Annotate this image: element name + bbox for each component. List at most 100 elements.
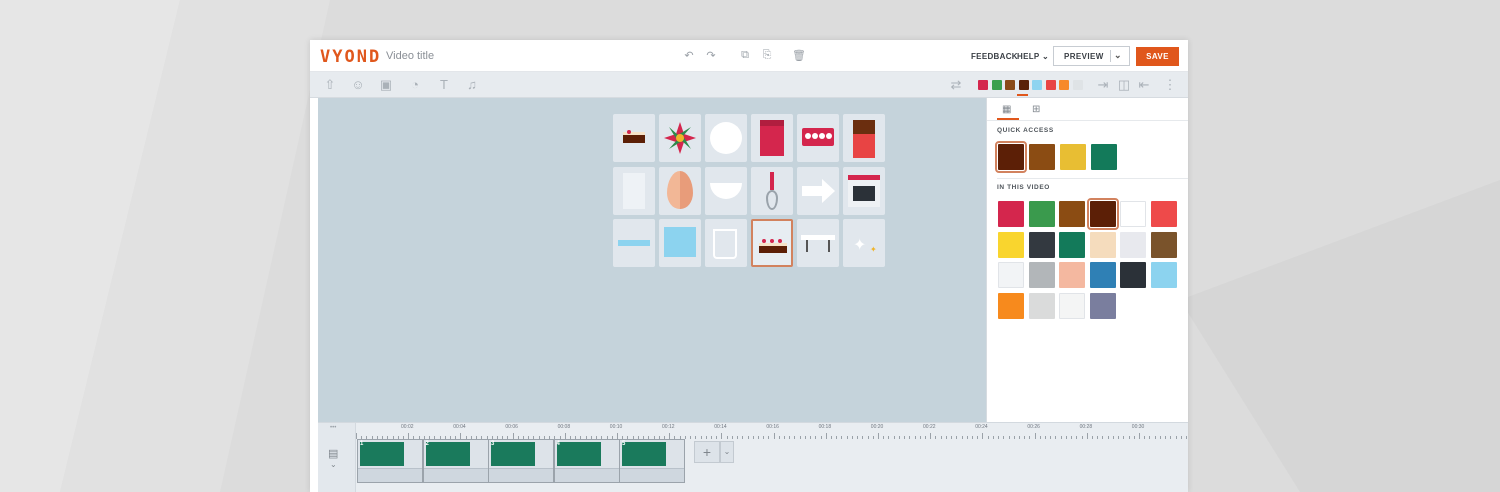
palette-swatch[interactable] [991, 80, 1002, 90]
video-color-swatch[interactable] [998, 292, 1024, 319]
tick-mark [737, 436, 739, 439]
canvas-stage[interactable]: ✦ ✦ [318, 98, 986, 422]
paper-bag-asset[interactable] [751, 114, 793, 162]
palette-swatch[interactable] [1032, 80, 1042, 90]
blue-square-asset[interactable] [659, 219, 701, 267]
copy-icon[interactable]: ⧉ [738, 49, 752, 62]
video-color-swatch[interactable] [1151, 201, 1177, 227]
feedback-link[interactable]: FEEDBACK [971, 52, 1018, 61]
tick-mark [799, 436, 801, 439]
more-options-icon[interactable]: ⋮ [1162, 77, 1178, 93]
save-button[interactable]: SAVE [1136, 47, 1179, 66]
time-tick-label: 00:04 [453, 424, 466, 430]
video-color-swatch[interactable] [1151, 262, 1177, 288]
video-color-swatch[interactable] [1151, 231, 1177, 258]
trash-icon[interactable]: 🗑 [792, 49, 806, 62]
quick-access-swatch[interactable] [1029, 144, 1055, 170]
table-asset[interactable] [797, 219, 839, 267]
video-color-swatch[interactable] [1059, 262, 1086, 288]
collapse-icon[interactable]: ••• [330, 425, 336, 431]
redo-icon[interactable]: ↷ [704, 49, 718, 62]
scene-track [554, 468, 619, 482]
video-color-swatch[interactable] [1028, 292, 1055, 319]
quick-access-swatch[interactable] [1060, 144, 1086, 170]
preview-button[interactable]: PREVIEW ⌄ [1053, 46, 1130, 66]
plate-asset[interactable] [705, 114, 747, 162]
poinsettia-asset[interactable] [659, 114, 701, 162]
video-color-swatch[interactable] [1028, 231, 1055, 258]
palette-swatch[interactable] [1005, 80, 1015, 90]
help-menu[interactable]: HELP ⌄ [1017, 52, 1049, 61]
time-ruler[interactable]: 00:02 00:04 00:06 00:08 00:10 00:12 00:14 00:16… [356, 423, 1188, 439]
video-color-swatch[interactable] [1089, 292, 1116, 319]
layered-cake-asset[interactable] [751, 219, 793, 267]
scene-thumbnail[interactable]: 5 [619, 439, 685, 483]
measuring-cup-asset[interactable] [705, 219, 747, 267]
paper-sheet-asset[interactable] [613, 167, 655, 215]
scene-thumbnail[interactable]: 2 [422, 439, 489, 483]
tick-mark [857, 436, 859, 439]
sparkle-asset[interactable]: ✦ ✦ [843, 219, 885, 267]
arrow-asset[interactable] [797, 167, 839, 215]
egg-asset[interactable] [659, 167, 701, 215]
character-icon[interactable]: ☺ [350, 77, 366, 92]
music-icon[interactable]: ♫ [464, 77, 480, 92]
tick-mark [940, 436, 942, 439]
undo-icon[interactable]: ↶ [682, 49, 696, 62]
tick-mark [1024, 436, 1026, 439]
video-color-swatch[interactable] [998, 201, 1024, 227]
bowl-asset[interactable] [705, 167, 747, 215]
video-color-swatch[interactable] [1028, 262, 1055, 288]
video-color-swatch[interactable] [998, 231, 1024, 258]
blue-bar-asset[interactable] [613, 219, 655, 267]
chevron-down-icon[interactable]: ⌄ [720, 441, 734, 463]
tick-mark [1175, 436, 1177, 439]
video-title-input[interactable]: Video title [386, 50, 434, 62]
split-icon[interactable]: ◫ [1116, 77, 1132, 93]
quick-access-swatch[interactable] [995, 141, 1027, 173]
vyond-logo[interactable]: VYOND [320, 47, 381, 67]
quick-access-swatch[interactable] [1091, 144, 1117, 170]
scene-thumbnail[interactable]: 4 [553, 439, 620, 483]
chevron-down-icon[interactable]: ⌄ [330, 460, 337, 469]
add-scene-button[interactable]: + [694, 441, 720, 463]
time-tick-label: 00:24 [975, 424, 988, 430]
scene-tab-icon[interactable]: ▦ [1002, 104, 1011, 115]
video-color-swatch[interactable] [1120, 231, 1147, 258]
video-color-swatch[interactable] [1086, 198, 1119, 230]
video-color-swatch[interactable] [1028, 201, 1055, 227]
egg-carton-asset[interactable] [797, 114, 839, 162]
swap-icon[interactable]: ⇄ [948, 77, 964, 93]
palette-swatch[interactable] [1045, 80, 1056, 90]
video-color-swatch[interactable] [1120, 201, 1147, 227]
chart-icon[interactable]: ◔ [407, 77, 423, 92]
tick-mark [773, 433, 775, 439]
video-color-swatch[interactable] [1059, 201, 1086, 227]
oven-asset[interactable] [843, 167, 885, 215]
video-color-swatch[interactable] [1059, 292, 1086, 319]
text-icon[interactable]: T [436, 77, 452, 92]
exit-icon[interactable]: ⇤ [1136, 77, 1152, 93]
palette-swatch[interactable] [1059, 80, 1069, 90]
scene-thumbnail[interactable]: 1 [357, 439, 423, 483]
film-icon[interactable]: ▤ [328, 447, 338, 460]
video-color-swatch[interactable] [1120, 262, 1147, 288]
upload-icon[interactable]: ⇧ [322, 77, 338, 93]
enter-icon[interactable]: ⇥ [1095, 77, 1111, 93]
palette-swatch[interactable] [1072, 80, 1083, 90]
grid-tab-icon[interactable]: ⊞ [1032, 104, 1040, 115]
video-color-swatch[interactable] [1089, 231, 1116, 258]
video-color-swatch[interactable] [1059, 231, 1086, 258]
scene-thumbnail[interactable]: 3 [488, 439, 554, 483]
video-color-swatch[interactable] [998, 262, 1024, 288]
props-icon[interactable]: ▣ [378, 77, 394, 93]
chevron-down-icon[interactable]: ⌄ [1114, 50, 1122, 61]
time-tick-label: 00:12 [662, 424, 675, 430]
paste-icon[interactable]: ⎘ [760, 49, 774, 62]
video-color-swatch[interactable] [1089, 262, 1116, 288]
whisk-asset[interactable] [751, 167, 793, 215]
chocolate-bar-asset[interactable] [843, 114, 885, 162]
cake-slice-asset[interactable] [613, 114, 655, 162]
palette-swatch[interactable] [1018, 80, 1029, 90]
palette-swatch[interactable] [978, 80, 988, 90]
